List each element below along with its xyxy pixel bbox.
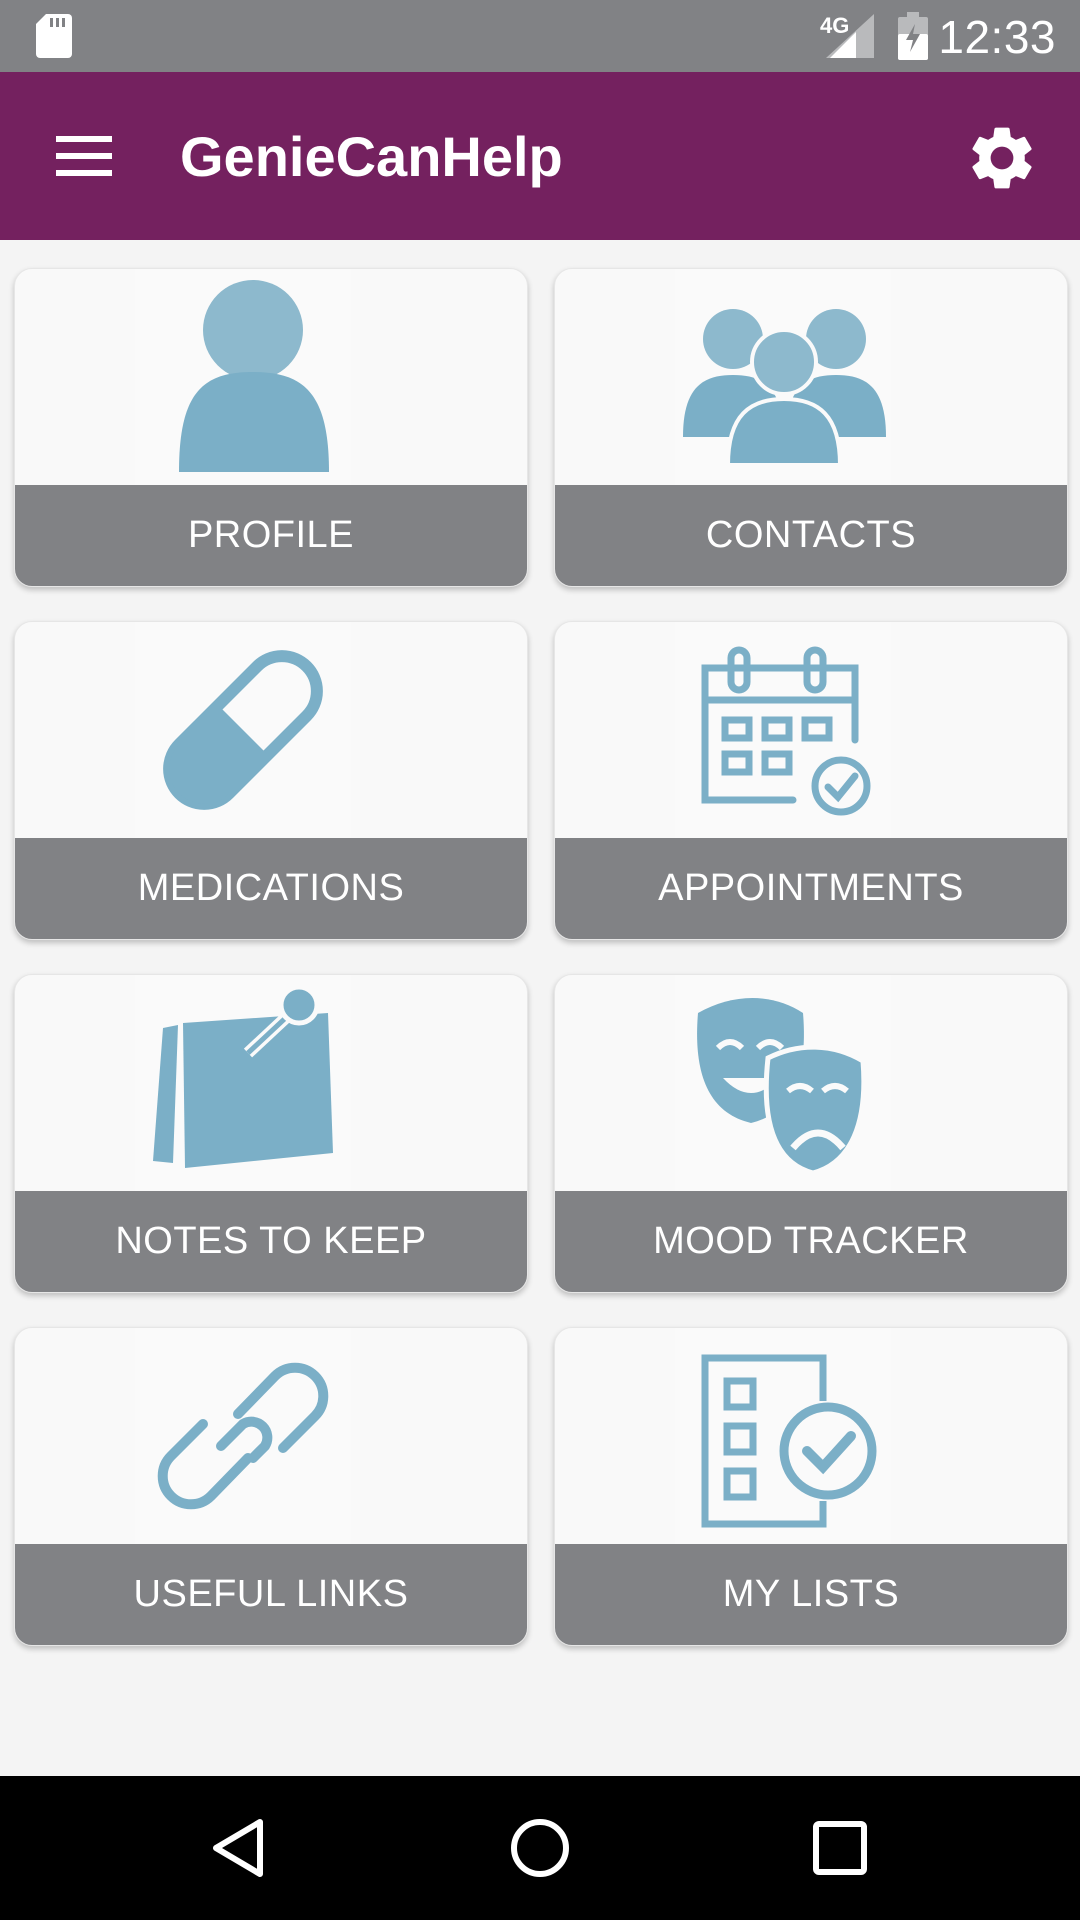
checklist-icon (701, 1354, 877, 1528)
status-bar: 4G 12:33 (0, 0, 1080, 72)
chain-link-icon (157, 1362, 329, 1510)
app-bar: GenieCanHelp (0, 72, 1080, 240)
tile-label: PROFILE (15, 485, 527, 586)
tile-image (555, 1328, 1067, 1544)
sd-card-icon (36, 14, 72, 58)
tile-label: MEDICATIONS (15, 838, 527, 939)
tile-label: APPOINTMENTS (555, 838, 1067, 939)
tile-useful-links[interactable]: USEFUL LINKS (14, 1327, 528, 1646)
person-icon (179, 280, 329, 472)
recents-icon (813, 1821, 867, 1875)
group-icon (683, 309, 886, 467)
menu-button[interactable] (40, 112, 128, 200)
tile-label: CONTACTS (555, 485, 1067, 586)
battery-icon (898, 12, 928, 60)
home-icon (511, 1819, 569, 1877)
system-nav-bar (0, 1776, 1080, 1920)
tile-notes-to-keep[interactable]: NOTES TO KEEP (14, 974, 528, 1293)
tile-image (555, 975, 1067, 1191)
tile-image (555, 269, 1067, 485)
settings-button[interactable] (964, 120, 1040, 196)
clock: 12:33 (938, 11, 1056, 63)
nav-recents-button[interactable] (800, 1808, 880, 1888)
hamburger-menu-icon (56, 136, 112, 176)
tile-image (15, 975, 527, 1191)
tile-medications[interactable]: MEDICATIONS (14, 621, 528, 940)
tile-image (555, 622, 1067, 838)
tile-image (15, 269, 527, 485)
pill-icon (163, 650, 323, 810)
tile-mood-tracker[interactable]: MOOD TRACKER (554, 974, 1068, 1293)
theater-masks-icon (697, 998, 867, 1176)
tile-label: USEFUL LINKS (15, 1544, 527, 1645)
back-icon (213, 1819, 263, 1877)
nav-back-button[interactable] (200, 1808, 280, 1888)
tile-label: MY LISTS (555, 1544, 1067, 1645)
tile-image (15, 1328, 527, 1544)
tile-image (15, 622, 527, 838)
tile-appointments[interactable]: APPOINTMENTS (554, 621, 1068, 940)
gear-icon (972, 127, 1032, 189)
tile-label: MOOD TRACKER (555, 1191, 1067, 1292)
app-title: GenieCanHelp (180, 125, 563, 188)
tile-profile[interactable]: PROFILE (14, 268, 528, 587)
nav-home-button[interactable] (500, 1808, 580, 1888)
signal-icon (826, 14, 874, 58)
tile-label: NOTES TO KEEP (15, 1191, 527, 1292)
pinned-note-icon (153, 984, 333, 1168)
calendar-icon (701, 646, 871, 816)
tile-my-lists[interactable]: MY LISTS (554, 1327, 1068, 1646)
feature-grid: PROFILE CONTACTS MEDICATIONS APPOINTMENT… (14, 268, 1068, 1646)
tile-contacts[interactable]: CONTACTS (554, 268, 1068, 587)
